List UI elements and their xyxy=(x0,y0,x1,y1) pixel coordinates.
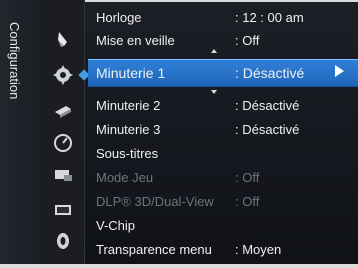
menu-item-minuterie-3[interactable]: Minuterie 3 : Désactivé xyxy=(88,118,358,140)
menu-item-label: Mise en veille xyxy=(96,32,175,48)
menu-item-label: Sous-titres xyxy=(96,145,159,161)
menu-item-sous-titres[interactable]: Sous-titres xyxy=(88,142,358,164)
menu-item-v-chip[interactable]: V-Chip xyxy=(88,214,358,236)
menu-item-horloge[interactable]: Horloge : 12 : 00 am xyxy=(88,6,358,28)
application-icon[interactable] xyxy=(51,164,75,186)
menu-item-value: : 12 : 00 am xyxy=(235,9,304,25)
sound-icon[interactable] xyxy=(51,230,75,252)
menu-item-label: Minuterie 1 xyxy=(96,65,166,81)
setup-gear-icon[interactable] xyxy=(51,64,75,86)
picture-icon[interactable] xyxy=(51,28,75,50)
setup-menu-list: Horloge : 12 : 00 am Mise en veille : Of… xyxy=(88,0,358,268)
menu-item-minuterie-2[interactable]: Minuterie 2 : Désactivé xyxy=(88,94,358,116)
menu-item-label: Mode Jeu xyxy=(96,169,154,185)
menu-item-value: : Désactivé xyxy=(235,121,300,137)
timer-dial-icon[interactable] xyxy=(51,132,75,154)
support-icon[interactable] xyxy=(51,198,75,220)
menu-item-label: Horloge xyxy=(96,9,142,25)
category-strip: Configuration xyxy=(0,0,45,268)
menu-item-label: Minuterie 3 xyxy=(96,121,161,137)
menu-item-value: : Désactivé xyxy=(235,97,300,113)
menu-item-value: : Off xyxy=(235,169,260,185)
menu-item-value: : Moyen xyxy=(235,241,282,257)
menu-item-label: Transparence menu xyxy=(96,241,212,257)
scroll-up-arrow-icon xyxy=(211,49,217,53)
category-icons-column xyxy=(44,0,85,268)
submenu-arrow-icon xyxy=(335,65,344,77)
menu-item-transparence-menu[interactable]: Transparence menu : Moyen xyxy=(88,238,358,260)
menu-item-mise-en-veille[interactable]: Mise en veille : Off xyxy=(88,29,358,51)
menu-item-label: DLP® 3D/Dual-View xyxy=(96,193,214,209)
category-label: Configuration xyxy=(7,22,22,100)
menu-item-minuterie-1[interactable]: Minuterie 1 : Désactivé xyxy=(88,59,358,87)
tv-menu-screen: Configuration Horloge : 12 : 00 am Mise … xyxy=(0,0,358,268)
input-icon[interactable] xyxy=(51,100,75,122)
menu-item-value: : Désactivé xyxy=(235,65,305,81)
frame-bottom-border xyxy=(0,264,358,268)
menu-item-mode-jeu: Mode Jeu : Off xyxy=(88,166,358,188)
menu-item-value: : Off xyxy=(235,193,260,209)
menu-item-value: : Off xyxy=(235,32,260,48)
menu-item-label: Minuterie 2 xyxy=(96,97,161,113)
menu-item-label: V-Chip xyxy=(96,217,136,233)
menu-item-dlp-3d-dual-view: DLP® 3D/Dual-View : Off xyxy=(88,190,358,212)
